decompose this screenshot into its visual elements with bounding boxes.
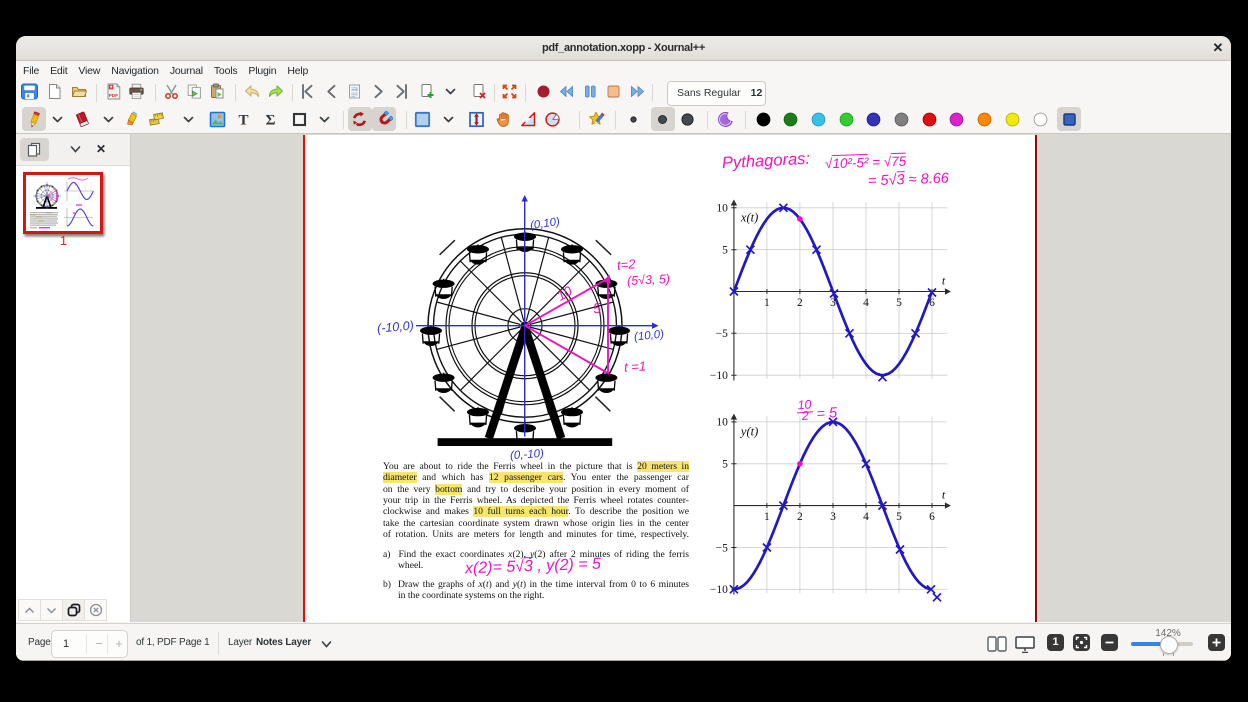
svg-text:5: 5 [896,297,902,309]
svg-text:−10: −10 [710,370,728,382]
svg-text:PDF: PDF [108,93,117,98]
svg-text:6: 6 [929,511,935,523]
svg-text:x(t): x(t) [740,211,758,225]
svg-text:2: 2 [797,297,803,309]
svg-text:T: T [238,112,248,128]
svg-text:t: t [942,274,946,288]
svg-text:4: 4 [863,511,869,523]
svg-text:5: 5 [722,459,728,471]
svg-text:10: 10 [716,203,728,215]
svg-text:−5: −5 [716,542,728,554]
svg-text:5: 5 [896,511,902,523]
svg-text:y(t): y(t) [739,425,758,439]
svg-text:−5: −5 [716,328,728,340]
svg-text:4: 4 [863,297,869,309]
svg-text:2: 2 [797,511,803,523]
svg-text:1: 1 [764,297,770,309]
svg-text:3: 3 [830,511,836,523]
svg-text:1: 1 [764,511,770,523]
svg-text:Σ: Σ [266,112,276,128]
svg-text:5: 5 [722,245,728,257]
svg-text:10: 10 [716,417,728,429]
svg-text:t: t [942,488,946,502]
svg-text:−10: −10 [710,584,728,596]
